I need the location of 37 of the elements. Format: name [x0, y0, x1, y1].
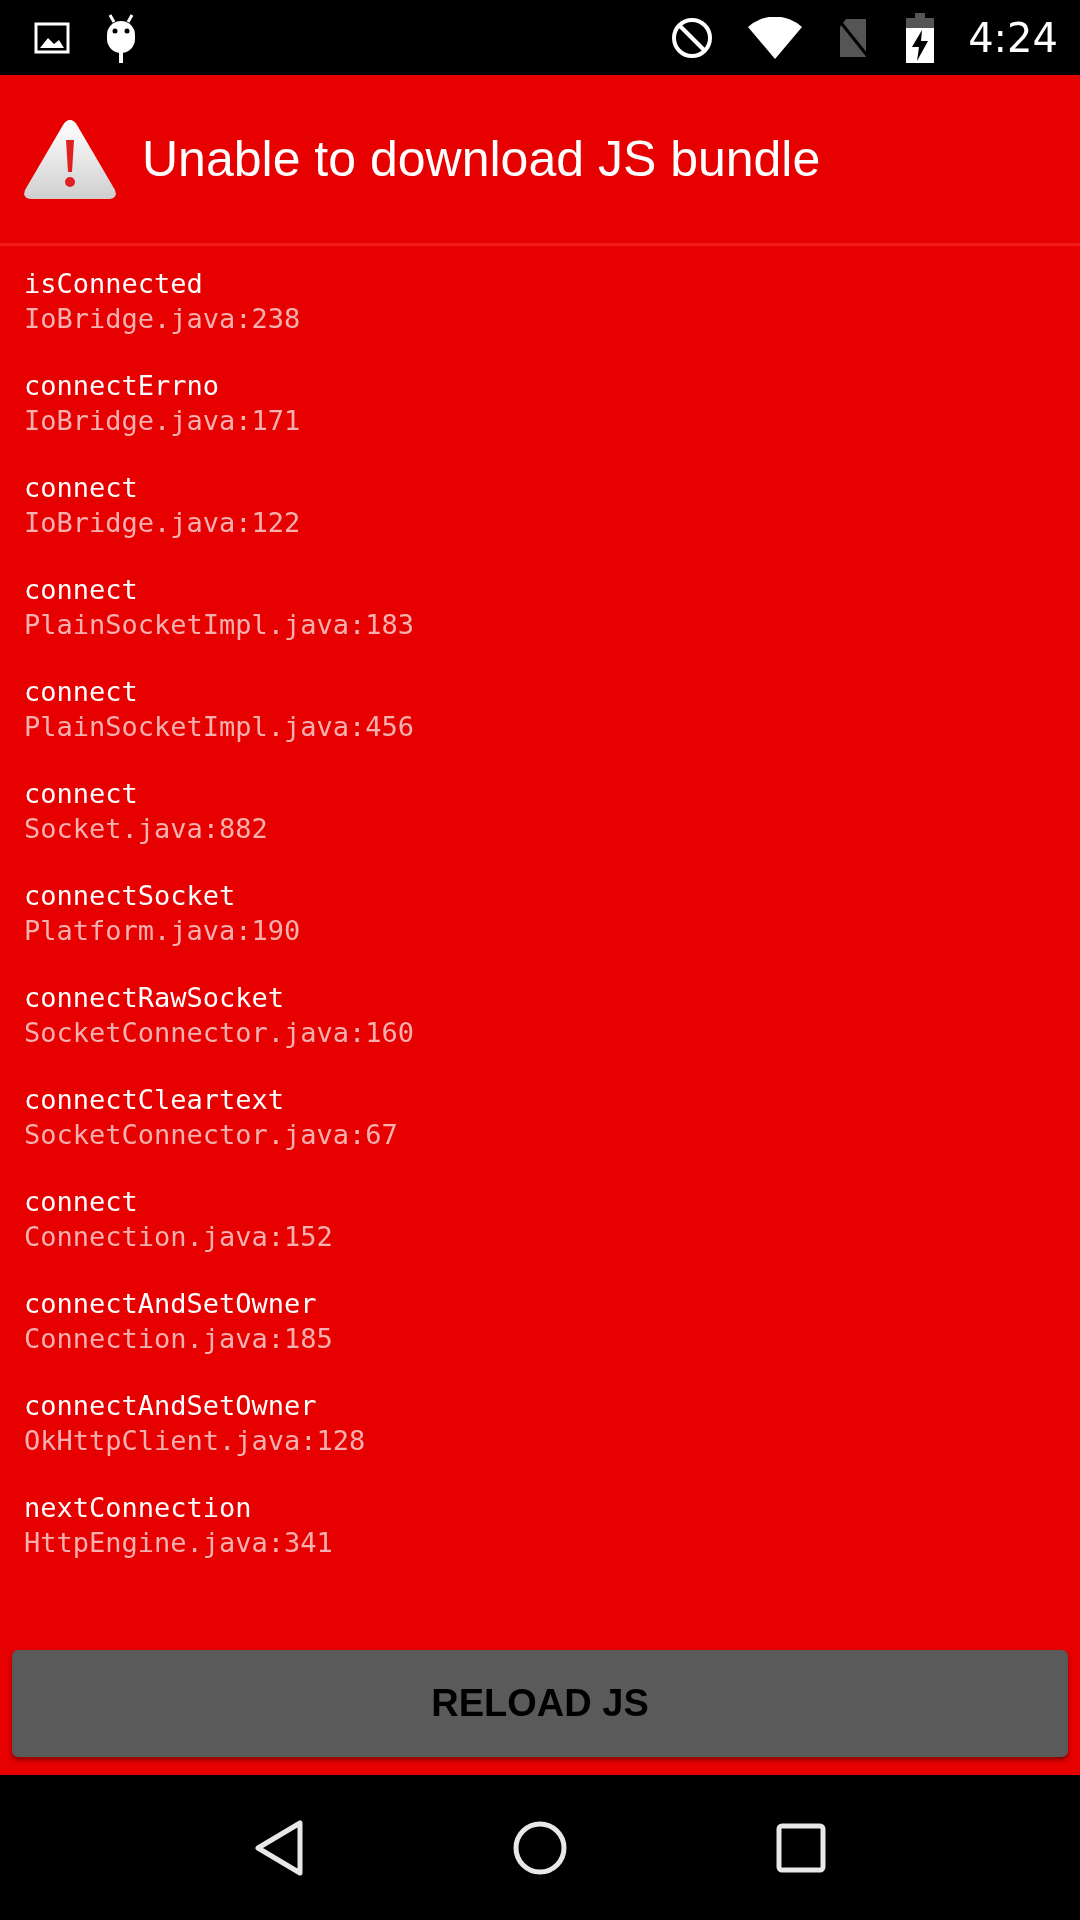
stack-frame-location: Socket.java:882 [24, 812, 269, 846]
battery-charging-icon [906, 12, 935, 63]
image-icon [34, 21, 70, 54]
back-icon[interactable] [254, 1819, 305, 1876]
stack-frame-method: nextConnection [24, 1491, 253, 1525]
stack-frame-method: connect [24, 1185, 139, 1219]
stack-frame-method: isConnected [24, 267, 204, 301]
stack-frame-location: Platform.java:190 [24, 914, 302, 948]
stack-frame-method: connect [24, 471, 139, 505]
wifi-icon [748, 16, 803, 59]
reload-button[interactable]: RELOAD JS [12, 1650, 1068, 1757]
stack-frame-location: Connection.java:185 [24, 1322, 334, 1356]
status-time: 4:24 [968, 14, 1058, 61]
stack-frame-method: connectRawSocket [24, 981, 286, 1015]
stack-frame-location: SocketConnector.java:160 [24, 1016, 416, 1050]
stack-frame-location: Connection.java:152 [24, 1220, 334, 1254]
stack-frame-location: PlainSocketImpl.java:456 [24, 710, 416, 744]
stack-frame-method: connectAndSetOwner [24, 1287, 318, 1321]
android-icon [104, 12, 138, 63]
do-not-disturb-icon [670, 15, 715, 60]
stack-frame-method: connect [24, 777, 139, 811]
stack-frame-location: IoBridge.java:171 [24, 404, 302, 438]
stack-frame-method: connectErrno [24, 369, 221, 403]
stack-frame-method: connectCleartext [24, 1083, 286, 1117]
stack-frame-location: SocketConnector.java:67 [24, 1118, 399, 1152]
error-title: Unable to download JS bundle [142, 130, 821, 188]
stack-frame-location: IoBridge.java:122 [24, 506, 302, 540]
stack-frame-method: connect [24, 675, 139, 709]
stack-frame-location: HttpEngine.java:341 [24, 1526, 334, 1560]
stack-frame-location: OkHttpClient.java:128 [24, 1424, 367, 1458]
stack-frame-method: connectAndSetOwner [24, 1389, 318, 1423]
home-icon[interactable] [513, 1820, 567, 1875]
stack-frame-location: PlainSocketImpl.java:183 [24, 608, 416, 642]
stack-frame-location: IoBridge.java:238 [24, 302, 302, 336]
recents-icon[interactable] [775, 1822, 826, 1873]
stack-frame-method: connect [24, 573, 139, 607]
stack-frame-method: connectSocket [24, 879, 237, 913]
